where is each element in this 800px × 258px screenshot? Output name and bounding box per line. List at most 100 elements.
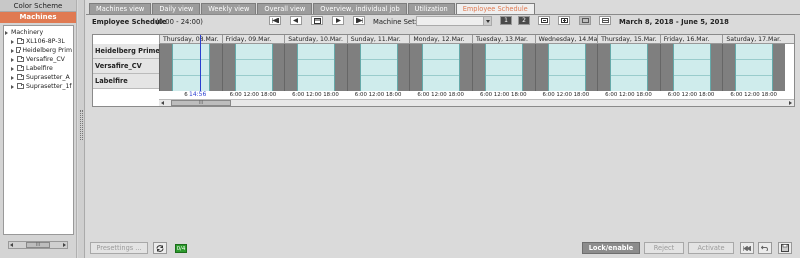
splitter-grip-icon[interactable] (80, 110, 83, 140)
day-header: Monday, 12.Mar. (409, 35, 472, 44)
tab-overview-individual-job[interactable]: Overview, individual job (313, 3, 407, 14)
day-header: Saturday, 17.Mar. (722, 35, 785, 44)
previous-button[interactable] (290, 16, 302, 25)
tree-item-label: Suprasetter_A (26, 74, 70, 81)
zoom-in-button[interactable] (558, 16, 570, 25)
shift-block[interactable] (172, 44, 210, 91)
first-page-button[interactable] (269, 16, 281, 25)
day-column[interactable] (221, 44, 285, 91)
save-button[interactable] (778, 242, 792, 254)
tree-item[interactable]: Suprasetter_A (5, 73, 72, 82)
refresh-button[interactable] (153, 242, 167, 254)
expand-icon[interactable] (11, 75, 15, 80)
last-page-button[interactable] (353, 16, 365, 25)
view-single-button[interactable] (579, 16, 591, 25)
expand-icon[interactable] (11, 48, 15, 53)
shift-block[interactable] (610, 44, 649, 91)
tree-root[interactable]: Machinery (5, 28, 72, 37)
zoom-in-icon (560, 18, 568, 23)
scroll-right-icon[interactable] (63, 243, 66, 247)
tab-daily-view[interactable]: Daily view (152, 3, 201, 14)
panel-splitter[interactable] (78, 0, 85, 258)
machines-header[interactable]: Machines (0, 12, 76, 23)
bottom-toolbar: Presettings ... 0/4 Lock/enable Reject A… (86, 240, 800, 258)
expand-icon[interactable] (11, 66, 15, 71)
shift-block[interactable] (297, 44, 336, 91)
expand-icon[interactable] (11, 84, 15, 89)
expand-icon[interactable] (5, 30, 9, 35)
shift-block[interactable] (672, 44, 711, 91)
tree-item-label: XL106-8P-3L (26, 38, 65, 45)
schedule-toolbar: Employee Schedule (0:00 - 24:00) Machine… (86, 15, 800, 29)
tree-item-label: Heidelberg Prim (22, 47, 72, 54)
expand-icon[interactable] (11, 39, 15, 44)
day-header: Tuesday, 13.Mar. (471, 35, 535, 44)
tree-item[interactable]: XL106-8P-3L (5, 37, 72, 46)
shift-block[interactable] (547, 44, 586, 91)
last-page-icon (355, 18, 363, 23)
day-column[interactable] (534, 44, 598, 91)
save-icon (781, 244, 789, 252)
scroll-left-icon[interactable] (10, 243, 13, 247)
day-column[interactable] (159, 44, 222, 91)
presettings-button[interactable]: Presettings ... (90, 242, 148, 254)
shift-block[interactable] (422, 44, 461, 91)
scroll-thumb-grip: III (35, 242, 41, 248)
shift-block[interactable] (484, 44, 523, 91)
skip-back-icon (743, 245, 751, 251)
day-column[interactable] (597, 44, 660, 91)
tree-item[interactable]: Suprasetter_1f (5, 82, 72, 91)
tree-horizontal-scrollbar[interactable]: III (8, 241, 68, 249)
shift-block[interactable] (359, 44, 398, 91)
chevron-down-icon[interactable] (483, 17, 491, 25)
undo-button[interactable] (758, 242, 772, 254)
time-axis-label: 6:00 12:00 18:00 (354, 92, 402, 98)
shift-block[interactable] (234, 44, 273, 91)
folder-icon (17, 38, 24, 44)
machine-set-select[interactable] (416, 16, 492, 26)
scroll-thumb[interactable]: III (26, 242, 50, 248)
tab-utilization[interactable]: Utilization (407, 3, 455, 14)
day-column[interactable] (471, 44, 535, 91)
tree-item[interactable]: Heidelberg Prim (5, 46, 72, 55)
tab-weekly-view[interactable]: Weekly view (201, 3, 257, 14)
day-column[interactable] (722, 44, 785, 91)
next-button[interactable] (332, 16, 344, 25)
day-header: Thursday, 15.Mar. (597, 35, 660, 44)
shift-block[interactable] (735, 44, 774, 91)
row-label-heidelberg-primefire[interactable]: Heidelberg Primefire (93, 44, 159, 59)
empty-content-area (92, 107, 795, 235)
zoom-out-button[interactable] (538, 16, 550, 25)
status-badge: 0/4 (175, 244, 187, 253)
reject-button[interactable]: Reject (644, 242, 684, 254)
tree-item[interactable]: Versafire_CV (5, 55, 72, 64)
day-header: Sunday, 11.Mar. (346, 35, 410, 44)
scroll-left-icon[interactable] (161, 101, 164, 105)
layout-1-button[interactable]: 1 (500, 16, 512, 25)
today-button[interactable] (311, 16, 323, 25)
day-column[interactable] (346, 44, 410, 91)
row-label-versafire-cv[interactable]: Versafire_CV (93, 59, 159, 74)
layout-2-button[interactable]: 2 (518, 16, 530, 25)
current-time-line (200, 35, 201, 99)
expand-icon[interactable] (11, 57, 15, 62)
day-column[interactable] (409, 44, 472, 91)
day-column[interactable] (659, 44, 723, 91)
tree-item[interactable]: Labelfire (5, 64, 72, 73)
day-column[interactable] (284, 44, 347, 91)
color-scheme-header[interactable]: Color Scheme (0, 0, 76, 12)
schedule-grid[interactable] (159, 44, 794, 91)
skip-back-button[interactable] (740, 242, 754, 254)
row-label-labelfire[interactable]: Labelfire (93, 74, 159, 89)
tab-employee-schedule[interactable]: Employee Schedule (455, 3, 535, 14)
scroll-right-icon[interactable] (789, 101, 792, 105)
gantt-horizontal-scrollbar[interactable]: III (159, 99, 794, 106)
folder-icon (17, 56, 24, 62)
tab-overall-view[interactable]: Overall view (257, 3, 313, 14)
zoom-out-icon (540, 18, 548, 23)
view-split-button[interactable] (599, 16, 611, 25)
tab-machines-view[interactable]: Machines view (89, 3, 152, 14)
lock-enable-button[interactable]: Lock/enable (582, 242, 640, 254)
activate-button[interactable]: Activate (688, 242, 734, 254)
scroll-thumb[interactable]: III (171, 100, 231, 106)
